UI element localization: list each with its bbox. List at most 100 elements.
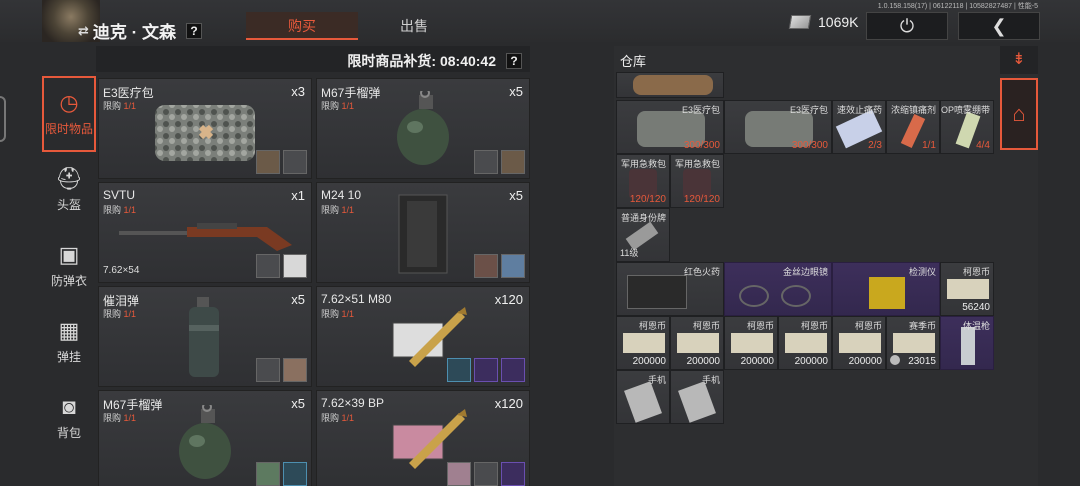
warehouse-slot[interactable]	[616, 72, 724, 98]
power-button[interactable]: ⏻	[866, 12, 948, 40]
help-icon[interactable]: ?	[186, 22, 203, 39]
helmet-icon: ⛑	[55, 165, 83, 191]
warehouse-slot[interactable]: 速效止痛药 2/3	[832, 100, 886, 154]
mug-icon[interactable]	[283, 254, 307, 278]
warehouse-slot[interactable]: 军用急救包 120/120	[616, 154, 670, 208]
ammo-box-icon	[392, 409, 467, 469]
vest-icon: ▣	[58, 241, 80, 267]
category-vest[interactable]: ▣ 防弹衣	[42, 228, 96, 304]
tear-gas-icon	[189, 297, 219, 377]
warehouse-slot[interactable]: E3医疗包 300/300	[724, 100, 832, 154]
gauze-icon[interactable]	[283, 150, 307, 174]
shop-item-card[interactable]: M67手榴弹 限购 1/1 x5	[316, 78, 530, 179]
fuse-icon[interactable]	[501, 150, 525, 174]
item-contents	[256, 150, 307, 174]
cash-icon	[788, 15, 812, 29]
warehouse-slot[interactable]: 浓缩镇痛剂 1/1	[886, 100, 940, 154]
cash-stack-icon	[623, 333, 665, 353]
warehouse-slot[interactable]: E3医疗包 300/300	[616, 100, 724, 154]
category-label: 弹挂	[56, 349, 81, 364]
scope-icon[interactable]	[256, 254, 280, 278]
warehouse-slot[interactable]: 体温枪	[940, 316, 994, 370]
shop-item-card[interactable]: E3医疗包 限购 1/1 x3	[98, 78, 312, 179]
gadget-icon[interactable]	[474, 462, 498, 486]
gunpowder-icon	[627, 275, 687, 309]
side-drawer-handle[interactable]	[0, 96, 6, 142]
warehouse-slot[interactable]: 红色火药	[616, 262, 724, 316]
item-name: SVTU	[103, 188, 136, 202]
shop-item-card[interactable]: SVTU 限购 1/1 x1 7.62×54	[98, 182, 312, 283]
cash-stack-icon	[893, 333, 935, 353]
item-caliber: 7.62×54	[103, 265, 140, 276]
player-name-text: 迪克 · 文森	[92, 23, 177, 42]
grenade-icon	[179, 405, 231, 479]
phone-icon	[624, 381, 662, 423]
shop-item-card[interactable]: 7.62×39 BP 限购 1/1 x120	[316, 390, 530, 486]
warehouse-slot[interactable]: 金丝边眼镜	[724, 262, 832, 316]
shop-item-card[interactable]: M67手榴弹 限购 1/1 x5	[98, 390, 312, 486]
warehouse-slot[interactable]: 普通身份牌 11级	[616, 208, 670, 262]
eraser-icon[interactable]	[447, 462, 471, 486]
card-icon[interactable]	[501, 358, 525, 382]
chest-rig-icon: ▦	[58, 317, 80, 343]
shop-item-card[interactable]: 催泪弹 限购 1/1 x5	[98, 286, 312, 387]
category-backpack[interactable]: ◙ 背包	[42, 380, 96, 456]
category-label: 头盔	[56, 197, 81, 212]
back-button[interactable]: ❮	[958, 12, 1040, 40]
grenade-icon	[397, 91, 449, 165]
cash-stack-icon	[947, 279, 989, 299]
restock-text: 限时商品补货: 08:40:42	[347, 53, 496, 69]
category-nav: ◷ 限时物品 ⛑ 头盔 ▣ 防弹衣 ▦ 弹挂 ◙ 背包	[42, 76, 96, 456]
warehouse-slot[interactable]: 柯恩币 200000	[670, 316, 724, 370]
bottle-icon[interactable]	[501, 254, 525, 278]
card-icon[interactable]	[501, 462, 525, 486]
mask-icon[interactable]	[283, 358, 307, 382]
canister-icon[interactable]	[256, 358, 280, 382]
item-limit: 限购 1/1	[321, 205, 355, 215]
cash-stack-icon	[677, 333, 719, 353]
warehouse-slot[interactable]: 手机	[616, 370, 670, 424]
shop-item-card[interactable]: M24 10 限购 1/1 x5	[316, 182, 530, 283]
warehouse-slot[interactable]: 军用急救包 120/120	[670, 154, 724, 208]
restock-timer: 限时商品补货: 08:40:42 ?	[347, 51, 522, 71]
category-helmet[interactable]: ⛑ 头盔	[42, 152, 96, 228]
category-chest-rig[interactable]: ▦ 弹挂	[42, 304, 96, 380]
warehouse-slot[interactable]: 柯恩币 200000	[724, 316, 778, 370]
detonator-icon[interactable]	[474, 150, 498, 174]
chevron-left-icon: ❮	[991, 16, 1007, 36]
tablet-icon[interactable]	[447, 358, 471, 382]
item-contents	[256, 358, 307, 382]
warehouse-slot[interactable]: 柯恩币 200000	[832, 316, 886, 370]
glasses-lens-icon	[781, 285, 811, 307]
tab-buy[interactable]: 购买	[246, 12, 358, 40]
category-label: 防弹衣	[50, 273, 87, 288]
item-contents	[474, 150, 525, 174]
help-icon[interactable]: ?	[506, 53, 522, 69]
warehouse-slot[interactable]: 赛季币 23015	[886, 316, 940, 370]
cash-stack-icon	[731, 333, 773, 353]
warehouse-slot[interactable]: OP喷雾绷带 4/4	[940, 100, 994, 154]
sort-button[interactable]: ⇟	[1000, 46, 1038, 74]
device-icon[interactable]	[283, 462, 307, 486]
switch-character-icon[interactable]: ⇄	[78, 23, 89, 39]
warehouse-slot[interactable]: 柯恩币 200000	[778, 316, 832, 370]
item-quantity: x5	[291, 396, 305, 411]
player-name[interactable]: ⇄ 迪克 · 文森 ?	[78, 18, 203, 43]
warehouse-slot[interactable]: 手机	[670, 370, 724, 424]
gem-icon[interactable]	[474, 358, 498, 382]
category-limited[interactable]: ◷ 限时物品	[42, 76, 96, 152]
warehouse-slot[interactable]: 柯恩币 56240	[940, 262, 994, 316]
item-limit: 限购 1/1	[103, 205, 137, 215]
tab-sell[interactable]: 出售	[358, 12, 470, 40]
item-limit: 限购 1/1	[321, 413, 355, 423]
warehouse-slot[interactable]: 柯恩币 200000	[616, 316, 670, 370]
notebook-icon[interactable]	[474, 254, 498, 278]
category-label: 限时物品	[44, 121, 93, 136]
top-bar: ⇄ 迪克 · 文森 ? 购买 出售 1069K ⏻ ❮ 1.0.158.158(…	[0, 0, 1080, 42]
warehouse-home-tab[interactable]: ⌂	[1000, 78, 1038, 150]
cash-stack-icon	[785, 333, 827, 353]
bandage-icon[interactable]	[256, 150, 280, 174]
warehouse-slot[interactable]: 检测仪	[832, 262, 940, 316]
shop-item-card[interactable]: 7.62×51 M80 限购 1/1 x120	[316, 286, 530, 387]
cash-stack-icon[interactable]	[256, 462, 280, 486]
